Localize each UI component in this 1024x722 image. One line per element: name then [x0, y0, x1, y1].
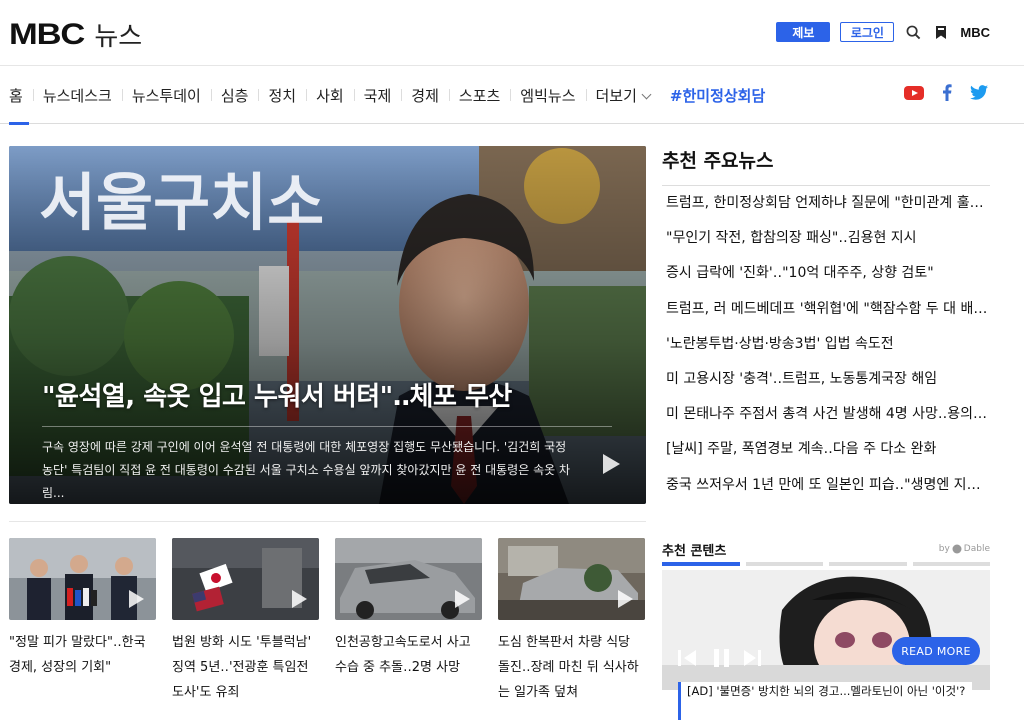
media-controls[interactable] — [676, 646, 766, 670]
recommended-news: 추천 주요뉴스 트럼프, 한미정상회담 언제하냐 질문에 "한미관계 훌륭...… — [662, 146, 990, 503]
thumbnail-caption[interactable]: 인천공항고속도로서 사고 수습 중 추돌‥2명 사망 — [335, 630, 482, 680]
chevron-down-icon — [641, 89, 652, 100]
login-button[interactable]: 로그인 — [840, 22, 895, 42]
play-icon[interactable] — [603, 454, 620, 474]
news-list-item[interactable]: '노란봉투법·상법·방송3법' 입법 속도전 — [662, 327, 990, 362]
thumbnail-card[interactable]: 인천공항고속도로서 사고 수습 중 추돌‥2명 사망 — [335, 538, 482, 705]
youtube-icon[interactable] — [904, 85, 924, 104]
bookmark-icon[interactable] — [932, 23, 950, 41]
section-divider — [9, 521, 646, 522]
read-more-button[interactable]: READ MORE — [892, 637, 980, 665]
social-links — [904, 84, 988, 105]
nav-more-label: 더보기 — [595, 87, 637, 105]
nav-economy[interactable]: 경제 — [401, 85, 449, 106]
news-list-item[interactable]: 미 고용시장 '충격'‥트럼프, 노동통계국장 해임 — [662, 362, 990, 397]
thumbnail-card[interactable]: 도심 한복판서 차량 식당 돌진‥장례 마친 뒤 식사하는 일가족 덮쳐 — [498, 538, 645, 705]
ad-image[interactable]: READ MORE — [662, 570, 990, 690]
thumbnail-caption[interactable]: 법원 방화 시도 '투블럭남' 징역 5년‥'전광훈 특임전도사'도 유죄 — [172, 630, 319, 705]
twitter-icon[interactable] — [970, 85, 988, 104]
recommended-contents-title: 추천 콘텐츠 — [662, 543, 727, 559]
tip-button[interactable]: 제보 — [776, 22, 831, 42]
nav-special-topic[interactable]: #한미정상회담 — [660, 85, 775, 106]
news-list-item[interactable]: 트럼프, 한미정상회담 언제하냐 질문에 "한미관계 훌륭... — [662, 186, 990, 221]
pager-tab[interactable] — [912, 562, 990, 566]
pager-tab[interactable] — [745, 562, 823, 566]
nav-home[interactable]: 홈 — [9, 85, 33, 125]
thumbnail-image — [9, 538, 156, 620]
nav-indepth[interactable]: 심층 — [210, 85, 259, 106]
logo-brand: MBC — [9, 17, 85, 51]
news-list-item[interactable]: 증시 급락에 '진화'‥"10억 대주주, 상향 검토" — [662, 256, 990, 291]
thumbnail-card[interactable]: 법원 방화 시도 '투블럭남' 징역 5년‥'전광훈 특임전도사'도 유죄 — [172, 538, 319, 705]
news-list-item[interactable]: 트럼프, 러 메드베데프 '핵위협'에 "핵잠수함 두 대 배치... — [662, 292, 990, 327]
nav-newsdesk[interactable]: 뉴스데스크 — [32, 85, 122, 106]
nav-international[interactable]: 국제 — [353, 85, 402, 106]
thumbnail-card[interactable]: "정말 피가 말랐다"‥한국 경제, 성장의 기회" — [9, 538, 156, 705]
facebook-icon[interactable] — [942, 84, 952, 105]
nav-more[interactable]: 더보기 — [585, 85, 660, 106]
logo-section: 뉴스 — [94, 22, 143, 52]
nav-mbig-news[interactable]: 엠빅뉴스 — [510, 85, 585, 106]
news-list-item[interactable]: "무인기 작전, 합참의장 패싱"‥김용현 지시 — [662, 221, 990, 256]
site-header: MBC 뉴스 제보 로그인 MBC — [0, 0, 1024, 66]
ad-caption[interactable]: [AD] '불면증' 방치한 뇌의 경고...멜라토닌이 아닌 '이것'? — [678, 682, 972, 720]
nav-politics[interactable]: 정치 — [258, 85, 306, 106]
nav-sports[interactable]: 스포츠 — [448, 85, 510, 106]
main-nav: 홈 뉴스데스크 뉴스투데이 심층 정치 사회 국제 경제 스포츠 엠빅뉴스 더보… — [0, 66, 1024, 125]
news-list-item[interactable]: 중국 쓰저우서 1년 만에 또 일본인 피습‥"생명엔 지장... — [662, 468, 990, 503]
provider-name: Dable — [963, 544, 990, 554]
hero-description: 구속 영장에 따른 강제 구인에 이어 윤석열 전 대통령에 대한 체포영장 집… — [42, 440, 571, 500]
mbc-home-link[interactable]: MBC — [960, 25, 990, 40]
thumbnail-image — [335, 538, 482, 620]
thumbnail-image — [498, 538, 645, 620]
ad-illustration — [662, 570, 990, 690]
nav-society[interactable]: 사회 — [306, 85, 354, 106]
recommended-news-title: 추천 주요뉴스 — [662, 146, 990, 186]
nav-newstoday[interactable]: 뉴스투데이 — [121, 85, 211, 106]
contents-pager — [662, 562, 990, 566]
provider-credit[interactable]: by Dable — [939, 544, 990, 554]
hero-title[interactable]: "윤석열, 속옷 입고 누워서 버텨"‥체포 무산 — [42, 376, 512, 413]
recommended-contents: 추천 콘텐츠 by Dable READ MORE — [662, 538, 990, 690]
news-list-item[interactable]: [날씨] 주말, 폭염경보 계속‥다음 주 다소 완화 — [662, 432, 990, 467]
news-thumbnails: "정말 피가 말랐다"‥한국 경제, 성장의 기회" 법원 방화 시도 '투블럭… — [9, 538, 645, 705]
dable-icon — [952, 544, 962, 554]
news-list-item[interactable]: 미 몬태나주 주점서 총격 사건 발생해 4명 사망‥용의자... — [662, 397, 990, 432]
search-icon[interactable] — [904, 23, 922, 41]
pager-tab[interactable] — [829, 562, 907, 566]
hero-divider — [42, 426, 612, 427]
pager-tab[interactable] — [662, 562, 740, 566]
thumbnail-caption[interactable]: "정말 피가 말랐다"‥한국 경제, 성장의 기회" — [9, 630, 156, 680]
hero-article[interactable]: 서울구치소 "윤석열, 속옷 입고 누워서 버텨"‥체포 무산 구속 영장에 따… — [9, 146, 646, 504]
thumbnail-caption[interactable]: 도심 한복판서 차량 식당 돌진‥장례 마친 뒤 식사하는 일가족 덮쳐 — [498, 630, 645, 705]
hero-sign-text: 서울구치소 — [39, 166, 324, 239]
site-logo[interactable]: MBC 뉴스 — [9, 16, 142, 53]
header-utilities: 제보 로그인 MBC — [776, 22, 990, 42]
thumbnail-image — [172, 538, 319, 620]
provider-by: by — [938, 544, 950, 554]
